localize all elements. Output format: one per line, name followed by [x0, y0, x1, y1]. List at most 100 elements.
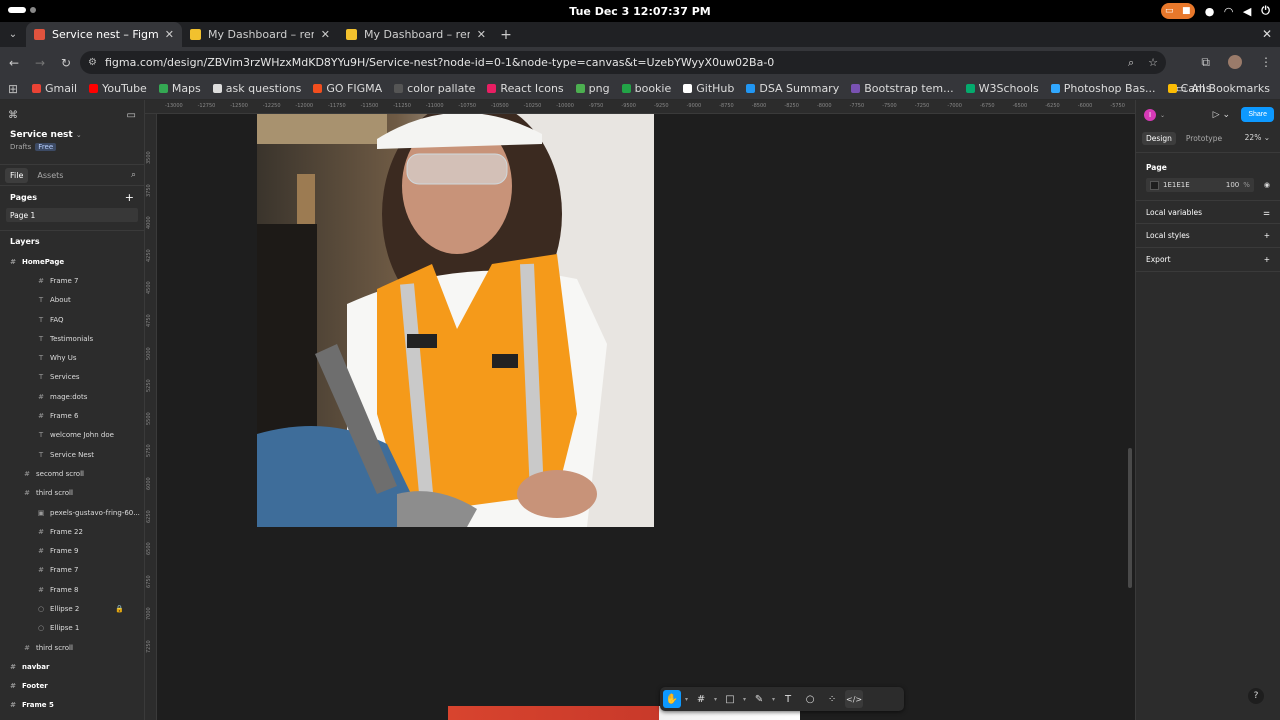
- export-section[interactable]: Export +: [1136, 248, 1280, 272]
- extensions-icon[interactable]: ⧉: [1201, 55, 1210, 70]
- help-button[interactable]: ?: [1248, 688, 1264, 704]
- tab-search-icon[interactable]: ⌄: [0, 22, 26, 47]
- layer-row[interactable]: Twelcome John doe: [0, 426, 144, 445]
- back-icon[interactable]: ←: [2, 56, 26, 70]
- lock-icon[interactable]: 🔒: [115, 605, 124, 613]
- layer-row[interactable]: # secomd scroll: [0, 464, 144, 483]
- chevron-down-icon[interactable]: ▾: [714, 696, 717, 703]
- bookmark-item[interactable]: Gmail: [26, 82, 83, 95]
- add-export-icon[interactable]: +: [1264, 255, 1270, 264]
- layer-row[interactable]: # HomePage: [0, 252, 144, 271]
- local-variables-section[interactable]: Local variables ⚌: [1136, 200, 1280, 224]
- bookmark-item[interactable]: ask questions: [207, 82, 308, 95]
- background-color-field[interactable]: 1E1E1E 100 %: [1146, 178, 1254, 192]
- volume-icon[interactable]: ◀: [1243, 5, 1251, 18]
- tab-file[interactable]: File: [5, 167, 29, 183]
- zoom-level[interactable]: 22% ⌄: [1245, 133, 1270, 142]
- workspace-indicator[interactable]: [8, 7, 36, 13]
- layer-row[interactable]: # navbar: [0, 657, 144, 676]
- browser-tab-dashboard-2[interactable]: My Dashboard – remove... ✕: [338, 22, 494, 47]
- layer-row[interactable]: # Frame 9: [0, 541, 144, 560]
- page-item[interactable]: Page 1: [6, 208, 138, 222]
- toggle-sidebar-icon[interactable]: ▭: [127, 110, 136, 121]
- tab-assets[interactable]: Assets: [32, 168, 68, 183]
- layer-row[interactable]: # Frame 7: [0, 271, 144, 290]
- share-button[interactable]: Share: [1241, 107, 1274, 122]
- local-styles-section[interactable]: Local styles +: [1136, 224, 1280, 248]
- layer-row[interactable]: T About: [0, 291, 144, 310]
- bookmark-item[interactable]: png: [570, 82, 616, 95]
- hand-tool-icon[interactable]: ✋: [663, 690, 681, 708]
- layer-row[interactable]: T Services: [0, 368, 144, 387]
- browser-tab-dashboard-1[interactable]: My Dashboard – remove... ✕: [182, 22, 338, 47]
- add-style-icon[interactable]: +: [1264, 231, 1270, 240]
- layer-row[interactable]: T Service Nest: [0, 445, 144, 464]
- search-icon[interactable]: ⌕: [131, 170, 136, 180]
- site-info-icon[interactable]: ⚙: [88, 57, 97, 68]
- profile-avatar[interactable]: [1228, 55, 1242, 69]
- bookmark-item[interactable]: GO FIGMA: [307, 82, 388, 95]
- layer-row[interactable]: # Footer: [0, 677, 144, 696]
- background-hex[interactable]: 1E1E1E: [1163, 181, 1190, 189]
- actions-tool-icon[interactable]: ⁘: [823, 690, 841, 708]
- bookmark-item[interactable]: GitHub: [677, 82, 740, 95]
- worker-photo-image[interactable]: [257, 114, 654, 527]
- window-close-icon[interactable]: ✕: [1262, 27, 1272, 41]
- close-tab-icon[interactable]: ✕: [321, 28, 330, 41]
- chevron-down-icon[interactable]: ⌄: [1160, 112, 1165, 119]
- layer-row[interactable]: # Frame 6: [0, 406, 144, 425]
- forward-icon[interactable]: →: [28, 56, 52, 70]
- apps-grid-icon[interactable]: ⊞: [0, 82, 26, 96]
- all-bookmarks-button[interactable]: ▭ All Bookmarks: [1176, 82, 1270, 95]
- close-tab-icon[interactable]: ✕: [477, 28, 486, 41]
- layer-row[interactable]: # mage:dots: [0, 387, 144, 406]
- address-bar[interactable]: ⚙ figma.com/design/ZBVim3rzWHzxMdKD8YYu9…: [80, 51, 1166, 74]
- bookmark-item[interactable]: color pallate: [388, 82, 481, 95]
- power-icon[interactable]: ⏻: [1261, 4, 1270, 18]
- color-swatch[interactable]: [1150, 180, 1159, 190]
- add-page-icon[interactable]: +: [125, 191, 134, 204]
- tab-prototype[interactable]: Prototype: [1182, 132, 1226, 145]
- design-canvas[interactable]: -13000 -12750 -12500 -12250 -12000 -11750 -115…: [145, 100, 1135, 720]
- comment-tool-icon[interactable]: ○: [801, 690, 819, 708]
- layer-row[interactable]: ▣ pexels-gustavo-fring-60...: [0, 503, 144, 522]
- browser-tab-figma[interactable]: Service nest – Figma ✕: [26, 22, 182, 47]
- bookmark-item[interactable]: YouTube: [83, 82, 153, 95]
- layer-row[interactable]: # Frame 7: [0, 561, 144, 580]
- layer-row[interactable]: # third scroll: [0, 484, 144, 503]
- present-play-icon[interactable]: ▷ ⌄: [1213, 110, 1230, 120]
- screen-share-indicator[interactable]: ▭ ■: [1160, 3, 1195, 19]
- layer-row[interactable]: ○ Ellipse 1: [0, 619, 144, 638]
- canvas-scrollbar[interactable]: [1128, 448, 1132, 588]
- text-tool-icon[interactable]: T: [779, 690, 797, 708]
- microphone-icon[interactable]: ●: [1205, 5, 1215, 18]
- layer-row[interactable]: # Frame 5: [0, 696, 144, 715]
- new-tab-button[interactable]: +: [494, 22, 518, 47]
- variables-settings-icon[interactable]: ⚌: [1263, 208, 1270, 217]
- wifi-icon[interactable]: ◠: [1224, 5, 1232, 18]
- browser-menu-icon[interactable]: ⋮: [1260, 55, 1272, 70]
- bookmark-item[interactable]: DSA Summary: [740, 82, 845, 95]
- eye-icon[interactable]: ◉: [1264, 181, 1270, 189]
- layer-row[interactable]: # third scroll: [0, 638, 144, 657]
- chevron-down-icon[interactable]: ▾: [772, 696, 775, 703]
- bookmark-star-icon[interactable]: ☆: [1148, 56, 1158, 70]
- layer-row[interactable]: # Frame 8: [0, 580, 144, 599]
- layer-row[interactable]: ○ Ellipse 2 🔒: [0, 599, 144, 618]
- background-opacity[interactable]: 100: [1226, 181, 1239, 189]
- layer-row[interactable]: T Why Us: [0, 348, 144, 367]
- pen-tool-icon[interactable]: ✎: [750, 690, 768, 708]
- close-tab-icon[interactable]: ✕: [165, 28, 174, 41]
- layer-row[interactable]: # Frame 22: [0, 522, 144, 541]
- user-avatar[interactable]: I: [1144, 109, 1156, 121]
- file-name[interactable]: Service nest ⌄: [0, 130, 144, 140]
- bookmark-item[interactable]: W3Schools: [960, 82, 1045, 95]
- bookmark-item[interactable]: React Icons: [481, 82, 569, 95]
- bookmark-item[interactable]: Maps: [153, 82, 207, 95]
- bookmark-item[interactable]: Bootstrap tem...: [845, 82, 959, 95]
- bookmark-item[interactable]: bookie: [616, 82, 678, 95]
- layer-row[interactable]: T FAQ: [0, 310, 144, 329]
- zoom-icon[interactable]: ⌕: [1128, 56, 1134, 70]
- figma-main-menu-icon[interactable]: ⌘: [8, 110, 18, 121]
- tab-design[interactable]: Design: [1142, 131, 1176, 145]
